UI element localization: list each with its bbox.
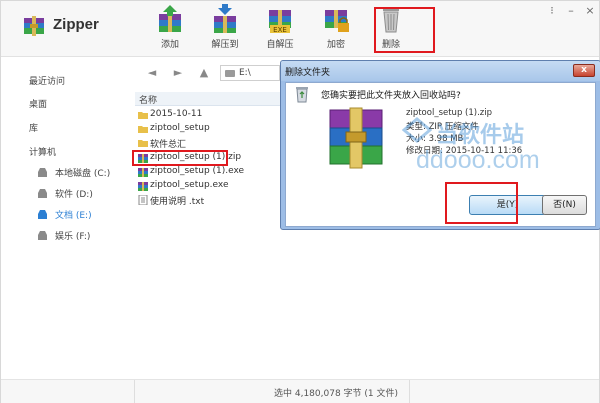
- drive-icon: [38, 210, 47, 219]
- drive-icon: [38, 189, 47, 198]
- status-text: 选中 4,180,078 字节 (1 文件): [274, 389, 398, 399]
- sidebar-item-recent[interactable]: 最近访问: [29, 74, 65, 87]
- file-name: 使用说明 .txt: [150, 197, 205, 207]
- status-divider: [409, 380, 410, 403]
- drive-mini-icon: [225, 70, 235, 77]
- watermark-logo: [402, 117, 432, 143]
- file-name: ziptool_setup: [150, 123, 210, 133]
- exe-badge-text: EXE: [273, 26, 287, 34]
- dialog-titlebar[interactable]: 删除文件夹 x: [281, 61, 600, 81]
- sidebar-item-library[interactable]: 库: [29, 121, 38, 134]
- exe-icon: [138, 182, 148, 191]
- dialog-body: 您确实要把此文件夹放入回收站吗? ziptool_setup (1).zip 类…: [285, 82, 596, 227]
- sidebar-item-computer[interactable]: 计算机: [29, 145, 56, 158]
- folder-icon: [138, 112, 148, 119]
- file-name: 2015-10-11: [150, 109, 203, 119]
- drive-icon: [38, 231, 47, 240]
- file-name: 软件总汇: [150, 140, 187, 150]
- file-name: ziptool_setup (1).exe: [150, 166, 245, 176]
- lock-archive-icon: [325, 10, 349, 32]
- file-row[interactable]: ziptool_setup (1).exe: [135, 165, 281, 179]
- no-button[interactable]: 否(N): [542, 195, 587, 215]
- close-icon[interactable]: ×: [584, 5, 596, 17]
- sidebar-item-desktop[interactable]: 桌面: [29, 97, 47, 110]
- watermark-text-url: ddooo.com: [416, 146, 540, 174]
- forward-arrow-icon[interactable]: ►: [171, 67, 185, 79]
- extract-to-button[interactable]: 解压到: [203, 4, 247, 52]
- column-header[interactable]: 名称: [135, 92, 281, 106]
- add-icon: [159, 5, 181, 32]
- highlight-box-yes: [445, 182, 518, 224]
- winrar-archive-icon: [329, 107, 383, 169]
- encrypt-label: 加密: [326, 40, 345, 50]
- file-row[interactable]: ziptool_setup: [135, 122, 281, 136]
- extract-icon: [214, 4, 236, 33]
- drive-label: 娱乐 (F:): [55, 232, 91, 242]
- zipper-logo-icon: [24, 16, 44, 36]
- file-row[interactable]: 使用说明 .txt: [135, 193, 281, 207]
- file-row[interactable]: 软件总汇: [135, 136, 281, 150]
- dialog-close-button[interactable]: x: [573, 64, 595, 77]
- recycle-bin-icon: [296, 87, 308, 103]
- status-bar: 选中 4,180,078 字节 (1 文件): [1, 379, 599, 403]
- drive-label: 本地磁盘 (C:): [55, 169, 111, 179]
- app-title: Zipper: [53, 16, 99, 33]
- zipper-window: Zipper 添加 解压到 EXE 自解压 加密 删除 ⁝ – × 最近访问 桌…: [0, 0, 600, 403]
- drive-label: 文档 (E:): [55, 211, 92, 221]
- encrypt-button[interactable]: 加密: [314, 4, 358, 52]
- column-name-label: 名称: [139, 96, 158, 106]
- toolbar: Zipper 添加 解压到 EXE 自解压 加密 删除 ⁝ – ×: [1, 1, 599, 57]
- delete-folder-dialog: 删除文件夹 x 您确实要把此文件夹放入回收站吗? ziptool_setup (…: [280, 60, 600, 230]
- folder-icon: [138, 140, 148, 147]
- up-arrow-icon[interactable]: ▲: [197, 67, 211, 79]
- file-name: ziptool_setup.exe: [150, 180, 229, 190]
- status-divider: [134, 380, 135, 403]
- add-label: 添加: [160, 40, 179, 50]
- self-extract-label: 自解压: [266, 40, 294, 50]
- highlight-box-delete: [374, 7, 435, 53]
- exe-icon: [138, 168, 148, 177]
- watermark-text-cn: 当软件站: [436, 123, 525, 148]
- address-path: E:\: [239, 68, 251, 78]
- extract-to-label: 解压到: [211, 40, 239, 50]
- self-extract-button[interactable]: EXE 自解压: [258, 4, 302, 52]
- file-row[interactable]: ziptool_setup.exe: [135, 179, 281, 193]
- file-row[interactable]: 2015-10-11: [135, 108, 281, 122]
- minimize-icon[interactable]: –: [565, 5, 577, 17]
- exe-archive-icon: EXE: [269, 10, 291, 34]
- add-button[interactable]: 添加: [148, 4, 192, 52]
- address-bar[interactable]: E:\: [220, 65, 280, 81]
- drive-label: 软件 (D:): [55, 190, 93, 200]
- back-arrow-icon[interactable]: ◄: [145, 67, 159, 79]
- text-file-icon: [138, 195, 148, 205]
- folder-icon: [138, 126, 148, 133]
- drive-icon: [38, 168, 47, 177]
- highlight-box-selected-file: [132, 150, 228, 166]
- dialog-question: 您确实要把此文件夹放入回收站吗?: [321, 91, 461, 101]
- dialog-title: 删除文件夹: [285, 68, 331, 78]
- sidebar: 最近访问 桌面 库 计算机 本地磁盘 (C:) 软件 (D:) 文档 (E:) …: [1, 58, 133, 403]
- grid-menu-icon[interactable]: ⁝: [546, 5, 558, 17]
